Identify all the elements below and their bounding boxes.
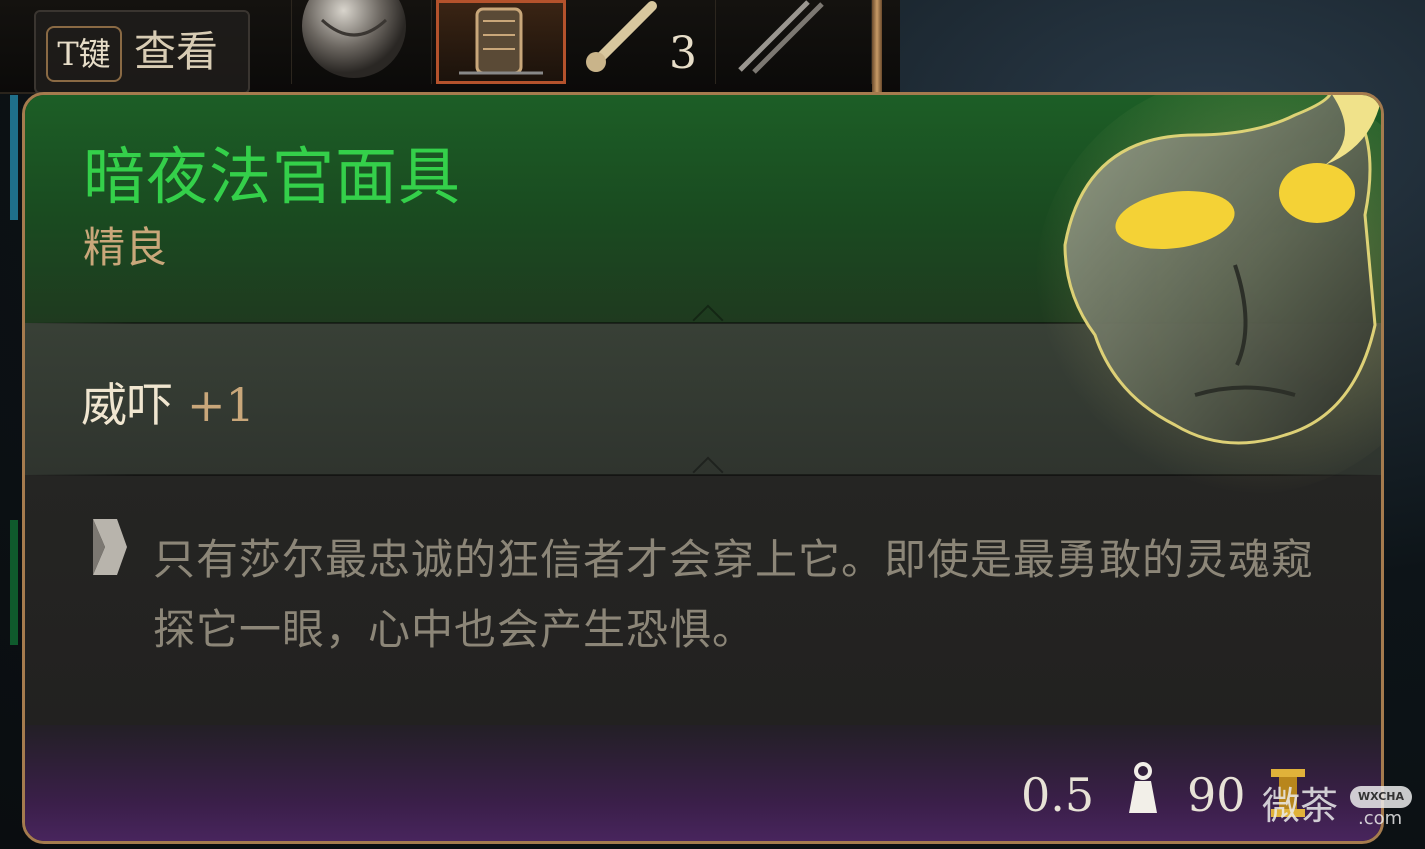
watermark-badge: WXCHA: [1350, 786, 1412, 808]
hotbar-slot-lantern[interactable]: [436, 0, 566, 84]
side-panel-fragment: [10, 520, 18, 645]
stat-row: 威吓 +1: [81, 377, 255, 433]
watermark-domain: .com: [1358, 808, 1403, 829]
scroll-icon: [93, 519, 127, 575]
stack-count: 3: [669, 28, 697, 79]
game-scene: 3 T键 查看 暗夜法官面具 精良 威吓 +1 只有莎尔最忠诚的狂信者才会穿上它…: [0, 0, 1425, 849]
item-tooltip: 暗夜法官面具 精良 威吓 +1 只有莎尔最忠诚的狂信者才会穿上它。即使是最勇敢的灵…: [22, 92, 1384, 844]
weight-icon: [1129, 762, 1157, 813]
lantern-icon: [459, 7, 543, 75]
mask-icon: [1035, 95, 1381, 495]
orb-icon: [302, 0, 406, 78]
watermark: 微茶 WXCHA .com: [1262, 778, 1420, 838]
tooltip-footer: [25, 725, 1381, 841]
bone-icon: [586, 1, 657, 72]
inspect-hint[interactable]: T键 查看: [34, 10, 250, 94]
stat-value: +1: [187, 378, 255, 432]
hotbar-slot-bone[interactable]: 3: [568, 0, 716, 84]
inspect-label: 查看: [134, 27, 219, 76]
item-name: 暗夜法官面具: [83, 140, 462, 213]
sticks-icon: [738, 0, 824, 74]
key-badge: T键: [46, 26, 122, 82]
item-value: 90: [1187, 768, 1246, 822]
hotbar-frame: [872, 0, 882, 92]
side-panel-fragment: [10, 95, 18, 220]
stat-name: 威吓: [81, 378, 173, 432]
item-rarity: 精良: [83, 223, 168, 272]
hotbar-slot-orb[interactable]: [292, 0, 432, 84]
watermark-text: 微茶: [1262, 784, 1339, 828]
item-description: 只有莎尔最忠诚的狂信者才会穿上它。即使是最勇敢的灵魂窥探它一眼，心中也会产生恐惧…: [153, 535, 1315, 654]
hotbar-slot-sticks[interactable]: [716, 0, 872, 84]
item-weight: 0.5: [1021, 768, 1095, 822]
